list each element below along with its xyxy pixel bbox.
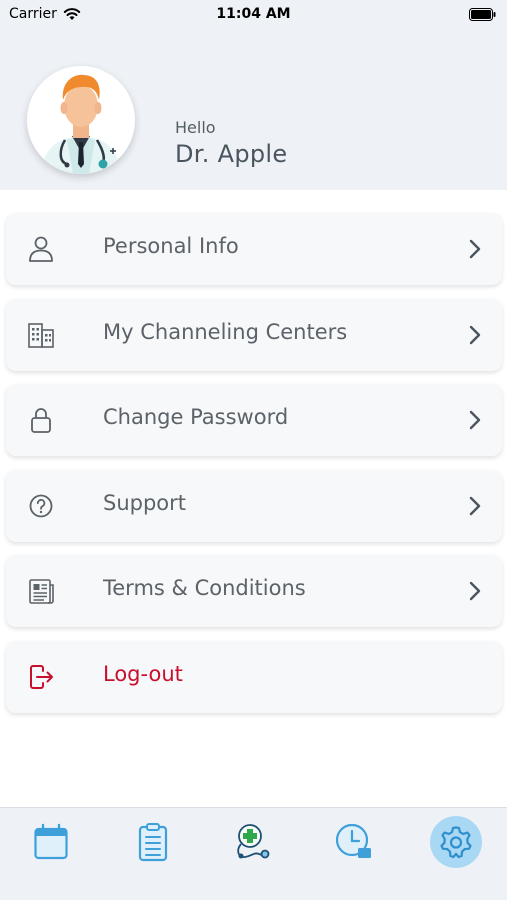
chevron-right-icon bbox=[469, 496, 481, 516]
menu-item-label: Personal Info bbox=[103, 234, 239, 258]
tab-consultation[interactable] bbox=[226, 816, 278, 868]
status-time: 11:04 AM bbox=[216, 6, 291, 22]
logout-icon bbox=[30, 665, 53, 689]
user-name: Dr. Apple bbox=[175, 140, 288, 168]
status-bar: Carrier 11:04 AM bbox=[0, 0, 507, 30]
menu-item-terms[interactable]: Terms & Conditions bbox=[6, 555, 502, 627]
tab-bar bbox=[0, 807, 507, 900]
chevron-right-icon bbox=[469, 581, 481, 601]
calendar-icon bbox=[34, 823, 68, 860]
menu-item-label: My Channeling Centers bbox=[103, 320, 348, 344]
menu-item-label: Support bbox=[103, 491, 187, 515]
doctor-avatar-icon bbox=[27, 66, 135, 174]
clock-icon bbox=[335, 823, 371, 858]
profile-header: Hello Dr. Apple bbox=[0, 30, 507, 190]
menu-item-label: Log-out bbox=[103, 662, 183, 686]
menu-item-change-password[interactable]: Change Password bbox=[6, 384, 502, 456]
menu-item-label: Terms & Conditions bbox=[103, 576, 306, 600]
menu-item-personal-info[interactable]: Personal Info bbox=[6, 213, 502, 285]
menu-item-label: Change Password bbox=[103, 405, 289, 429]
menu-item-logout[interactable]: Log-out bbox=[6, 641, 502, 713]
building-icon bbox=[28, 323, 54, 348]
chevron-right-icon bbox=[469, 325, 481, 345]
tab-history[interactable] bbox=[328, 816, 380, 868]
tab-appointments[interactable] bbox=[127, 816, 179, 868]
tab-calendar[interactable] bbox=[25, 816, 77, 868]
battery-icon bbox=[469, 8, 496, 21]
menu-item-support[interactable]: Support bbox=[6, 470, 502, 542]
question-circle-icon bbox=[29, 494, 53, 518]
stethoscope-icon bbox=[237, 824, 270, 859]
avatar[interactable] bbox=[27, 66, 135, 174]
chevron-right-icon bbox=[469, 239, 481, 259]
person-icon bbox=[29, 236, 53, 262]
gear-icon bbox=[440, 826, 472, 859]
clipboard-icon bbox=[138, 823, 168, 862]
greeting-text: Hello bbox=[175, 118, 216, 137]
lock-icon bbox=[31, 408, 51, 433]
chevron-right-icon bbox=[469, 410, 481, 430]
settings-screen: Carrier 11:04 AM Hello Dr. Apple Persona… bbox=[0, 0, 507, 900]
tab-settings[interactable] bbox=[430, 816, 482, 868]
menu-item-channeling-centers[interactable]: My Channeling Centers bbox=[6, 299, 502, 371]
document-icon bbox=[29, 579, 54, 604]
